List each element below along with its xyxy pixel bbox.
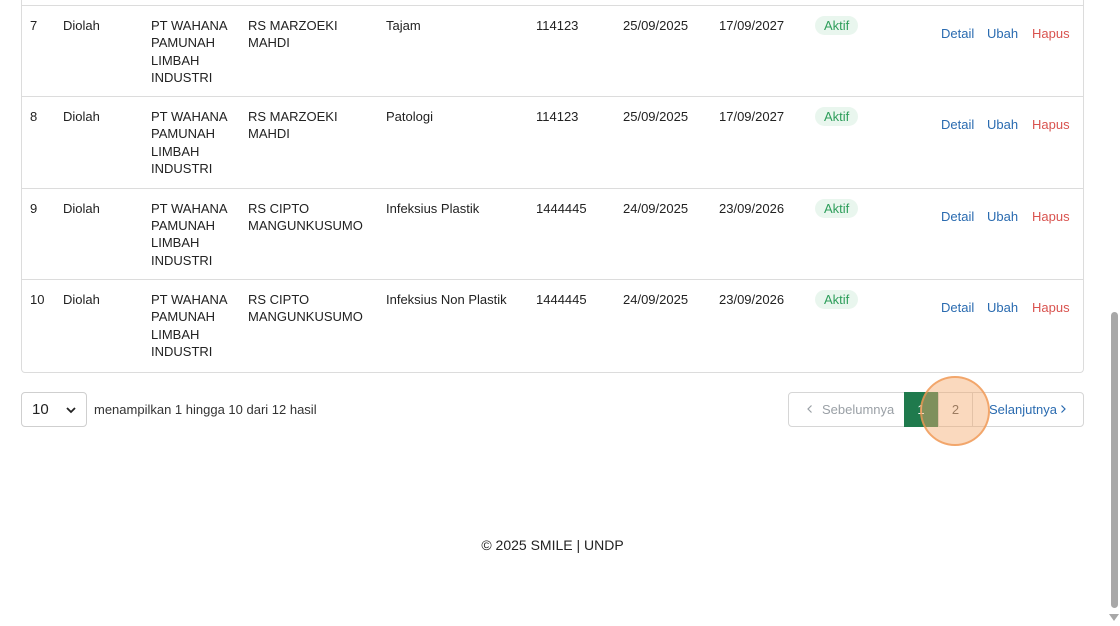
row-end-date: 17/09/2027 (719, 18, 785, 33)
delete-link[interactable]: Hapus (1032, 116, 1070, 133)
row-start-date: 25/09/2025 (623, 18, 689, 33)
row-code: 114123 (536, 109, 579, 124)
scrollbar-thumb[interactable] (1111, 312, 1118, 608)
row-waste-type: Tajam (386, 18, 421, 33)
row-start-date: 24/09/2025 (623, 200, 689, 216)
edit-link[interactable]: Ubah (987, 299, 1018, 316)
status-badge-label: Aktif (815, 290, 859, 309)
row-number: 8 (30, 109, 38, 124)
row-waste-type: Infeksius Non Plastik (386, 292, 507, 307)
row-status: Diolah (63, 292, 100, 307)
chevron-down-icon (66, 407, 76, 414)
per-page-select[interactable]: 10 (21, 392, 87, 427)
row-code: 1444445 (536, 200, 587, 216)
row-hospital: RS CIPTO MANGUNKUSUMO (248, 292, 363, 325)
page-1-button[interactable]: 1 (904, 392, 938, 427)
status-badge: Aktif (815, 198, 859, 218)
delete-link[interactable]: Hapus (1032, 208, 1070, 225)
table-row: 7 Diolah PT WAHANA PAMUNAH LIMBAH INDUST… (22, 6, 1083, 97)
edit-link[interactable]: Ubah (987, 208, 1018, 225)
row-hospital: RS CIPTO MANGUNKUSUMO (248, 200, 363, 233)
vertical-scrollbar[interactable] (1108, 0, 1120, 626)
row-company: PT WAHANA PAMUNAH LIMBAH INDUSTRI (151, 109, 227, 177)
row-code: 114123 (536, 18, 579, 33)
row-waste-type: Patologi (386, 109, 433, 124)
row-company: PT WAHANA PAMUNAH LIMBAH INDUSTRI (151, 200, 227, 268)
data-table: 7 Diolah PT WAHANA PAMUNAH LIMBAH INDUST… (21, 0, 1084, 373)
row-status: Diolah (63, 200, 100, 216)
table-row: 8 Diolah PT WAHANA PAMUNAH LIMBAH INDUST… (22, 97, 1083, 189)
chevron-right-icon (1061, 405, 1066, 413)
status-badge: Aktif (815, 107, 859, 126)
pagination-bar: 10 menampilkan 1 hingga 10 dari 12 hasil… (21, 392, 1084, 427)
row-status: Diolah (63, 18, 100, 33)
chevron-left-icon (807, 405, 812, 413)
footer-copyright: © 2025 SMILE | UNDP (481, 537, 624, 553)
row-end-date: 23/09/2026 (719, 200, 785, 216)
edit-link[interactable]: Ubah (987, 25, 1018, 42)
delete-link[interactable]: Hapus (1032, 299, 1070, 316)
row-hospital: RS MARZOEKI MAHDI (248, 109, 338, 142)
prev-page-label: Sebelumnya (822, 402, 895, 417)
next-page-label: Selanjutnya (989, 402, 1057, 417)
detail-link[interactable]: Detail (941, 208, 974, 225)
detail-link[interactable]: Detail (941, 116, 974, 133)
row-code: 1444445 (536, 292, 587, 307)
row-number: 7 (30, 18, 38, 33)
edit-link[interactable]: Ubah (987, 116, 1018, 133)
status-badge-label: Aktif (815, 107, 859, 126)
status-badge-label: Aktif (815, 198, 859, 218)
status-badge: Aktif (815, 290, 859, 309)
row-number: 10 (30, 292, 45, 307)
row-status: Diolah (63, 109, 100, 124)
row-company: PT WAHANA PAMUNAH LIMBAH INDUSTRI (151, 292, 227, 360)
detail-link[interactable]: Detail (941, 25, 974, 42)
status-badge-label: Aktif (815, 16, 859, 35)
page-2-button[interactable]: 2 (938, 393, 973, 426)
row-waste-type: Infeksius Plastik (386, 200, 480, 216)
row-end-date: 23/09/2026 (719, 292, 785, 307)
prev-page-button[interactable]: Sebelumnya (789, 393, 904, 426)
per-page-value: 10 (32, 401, 49, 418)
table-row: 10 Diolah PT WAHANA PAMUNAH LIMBAH INDUS… (22, 280, 1083, 372)
results-summary: menampilkan 1 hingga 10 dari 12 hasil (94, 402, 317, 417)
scroll-down-arrow-icon[interactable] (1109, 614, 1119, 622)
row-hospital: RS MARZOEKI MAHDI (248, 18, 338, 51)
next-page-button[interactable]: Selanjutnya (973, 393, 1083, 426)
detail-link[interactable]: Detail (941, 299, 974, 316)
row-end-date: 17/09/2027 (719, 109, 785, 124)
pagination-controls: Sebelumnya 1 2 Selanjutnya (788, 392, 1084, 427)
row-number: 9 (30, 200, 38, 216)
row-company: PT WAHANA PAMUNAH LIMBAH INDUSTRI (151, 18, 227, 86)
row-start-date: 25/09/2025 (623, 109, 689, 124)
status-badge: Aktif (815, 16, 859, 35)
table-row: 9 Diolah PT WAHANA PAMUNAH LIMBAH INDUST… (22, 189, 1083, 280)
row-start-date: 24/09/2025 (623, 292, 689, 307)
delete-link[interactable]: Hapus (1032, 25, 1070, 42)
